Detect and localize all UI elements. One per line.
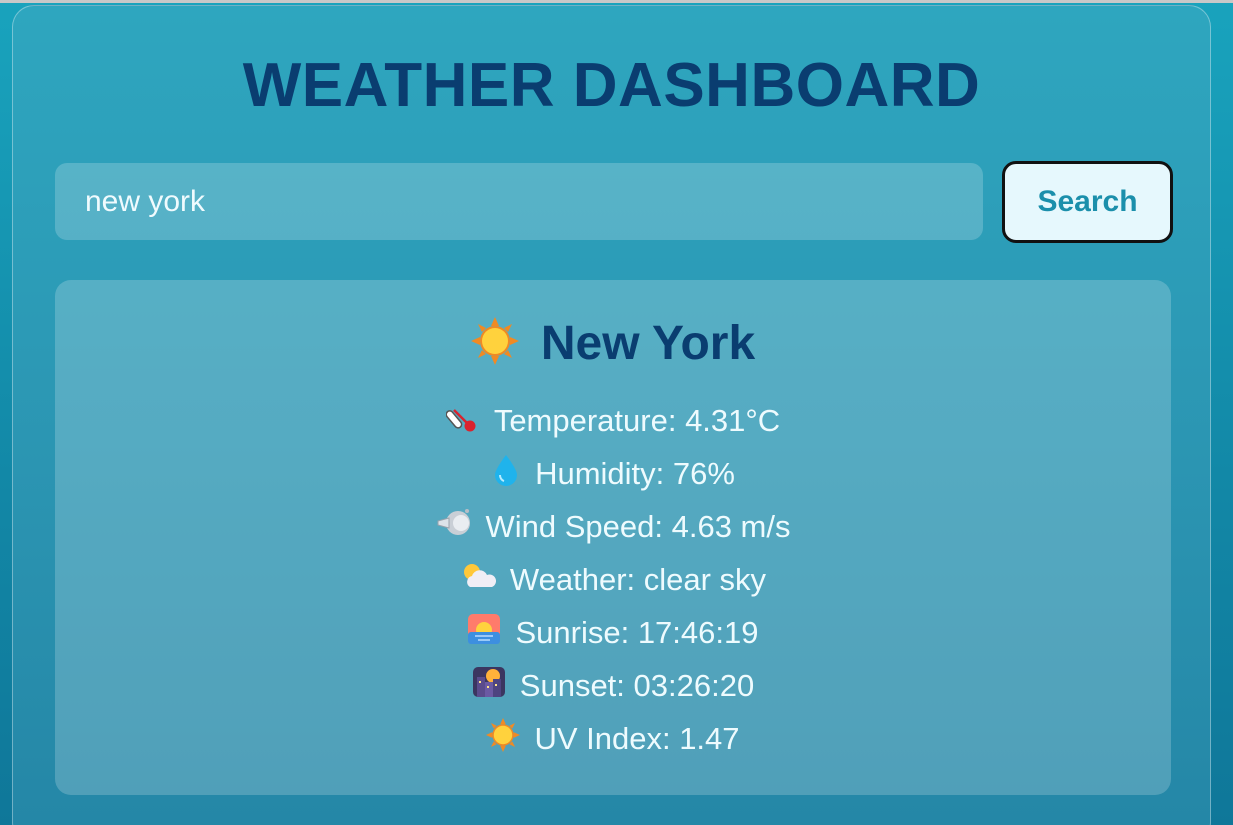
city-heading: New York xyxy=(55,316,1171,371)
dashboard-panel: WEATHER DASHBOARD Search xyxy=(12,5,1211,825)
temperature-label: Temperature: 4.31°C xyxy=(493,402,781,438)
thermometer-icon xyxy=(445,400,480,442)
search-input[interactable] xyxy=(55,163,983,240)
wind-row: Wind Speed: 4.63 m/s xyxy=(55,500,1171,553)
city-name: New York xyxy=(540,317,756,370)
search-button[interactable]: Search xyxy=(1002,161,1173,243)
temperature-row: Temperature: 4.31°C xyxy=(55,394,1171,447)
wind-face-icon xyxy=(436,506,472,548)
sunrise-row: Sunrise: 17:46:19 xyxy=(55,606,1171,659)
weather-stats: Temperature: 4.31°C Humidity: 76% Wind S… xyxy=(55,394,1171,765)
weather-label: Weather: clear sky xyxy=(509,561,767,597)
sun-icon xyxy=(470,317,519,370)
humidity-label: Humidity: 76% xyxy=(535,455,735,491)
sunset-row: Sunset: 03:26:20 xyxy=(55,659,1171,712)
sun-icon xyxy=(486,717,521,760)
sunrise-label: Sunrise: 17:46:19 xyxy=(515,614,759,650)
weather-card: New York Temperature: 4.31°C Humidity: 7… xyxy=(55,280,1171,795)
sun-behind-cloud-icon xyxy=(460,559,496,601)
humidity-row: Humidity: 76% xyxy=(55,447,1171,500)
wind-label: Wind Speed: 4.63 m/s xyxy=(485,508,791,544)
uv-row: UV Index: 1.47 xyxy=(55,712,1171,765)
weather-row: Weather: clear sky xyxy=(55,553,1171,606)
uv-label: UV Index: 1.47 xyxy=(534,720,740,756)
city-sunset-icon xyxy=(472,665,506,707)
sunrise-icon xyxy=(467,612,501,654)
page-title: WEATHER DASHBOARD xyxy=(242,51,981,120)
droplet-icon xyxy=(491,453,521,495)
sunset-label: Sunset: 03:26:20 xyxy=(519,667,755,703)
